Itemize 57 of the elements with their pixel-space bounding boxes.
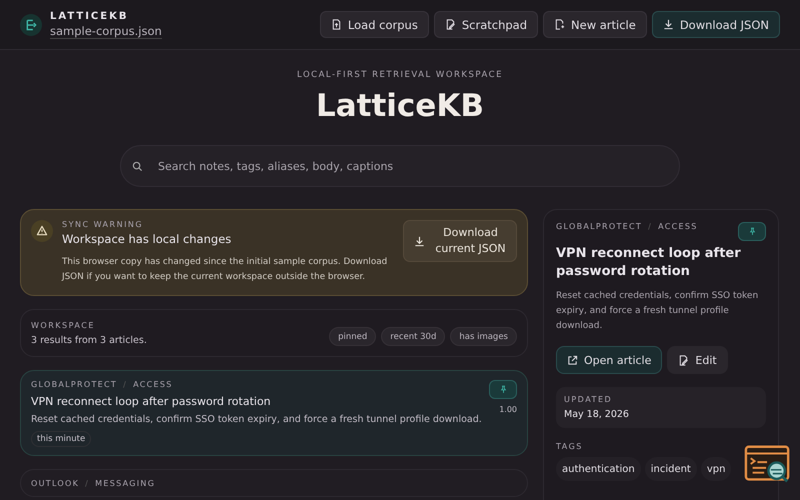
new-file-icon <box>554 19 566 30</box>
breadcrumb-separator: / <box>85 479 90 488</box>
hero-title: LatticeKB <box>316 88 484 124</box>
search-icon <box>132 161 143 172</box>
area-label: MESSAGING <box>95 479 156 488</box>
filter-chip[interactable]: has images <box>450 327 517 346</box>
logo-icon <box>20 14 42 36</box>
download-icon <box>414 236 425 246</box>
warning-title: Workspace has local changes <box>62 232 232 246</box>
workspace-eyebrow: WORKSPACE <box>31 321 96 330</box>
result-summary-text: Reset cached credentials, confirm SSO token expiry, and force a fresh tunnel profile download. <box>31 414 482 425</box>
download-button[interactable]: Download JSON <box>652 11 780 38</box>
external-link-icon <box>567 354 578 366</box>
pin-button[interactable] <box>738 222 766 241</box>
product-label: OUTLOOK <box>31 479 80 488</box>
pin-icon <box>498 385 508 394</box>
article-title: VPN reconnect loop after password rotation <box>556 245 742 281</box>
edit-file-icon <box>444 19 456 30</box>
breadcrumb-separator: / <box>123 380 128 389</box>
product-label: GLOBALPROTECT <box>556 222 642 231</box>
load-button[interactable]: Load corpus <box>320 11 429 38</box>
score-value: 1.00 <box>499 405 517 414</box>
filter-chip[interactable]: recent 30d <box>381 327 446 346</box>
result-summary: 3 results from 3 articles. <box>31 335 147 346</box>
scratchpad-button[interactable]: Scratchpad <box>434 11 538 38</box>
result-card[interactable]: GLOBALPROTECT / ACCESS VPN reconnect loop after password rotation Reset cached credentials, confirm SSO token expiry, and force a fresh tunnel profile download. this minute 1.00 <box>20 370 528 456</box>
search-field[interactable]: Search notes, tags, aliases, body, captions <box>120 145 680 187</box>
breadcrumb-separator: / <box>648 222 652 231</box>
pin-button[interactable] <box>489 380 517 399</box>
hero-eyebrow: LOCAL-FIRST RETRIEVAL WORKSPACE <box>297 70 503 80</box>
warning-message: This browser copy has changed since the initial sample corpus. Download JSON if you want to keep the current workspace outside the browser. <box>62 256 388 284</box>
pin-icon <box>748 227 756 236</box>
app-name: LATTICEKB <box>50 10 130 22</box>
filter-chip[interactable]: pinned <box>329 327 376 346</box>
edit-file-icon <box>678 354 690 366</box>
age-tag: this minute <box>31 431 92 447</box>
updated-label: UPDATED <box>564 395 614 404</box>
tag-chip[interactable]: authentication <box>556 457 641 481</box>
area-label: ACCESS <box>658 222 698 231</box>
file-name[interactable]: sample-corpus.json <box>50 24 162 38</box>
warning-eyebrow: SYNC WARNING <box>62 220 144 229</box>
download-current-button[interactable]: Download current JSON <box>403 220 517 262</box>
download-icon <box>662 19 674 30</box>
tags-label: TAGS <box>556 442 584 451</box>
tag-chip[interactable]: incident <box>644 457 697 481</box>
area-label: ACCESS <box>133 380 173 389</box>
new-article-button[interactable]: New article <box>543 11 647 38</box>
result-card[interactable]: OUTLOOK / MESSAGING <box>20 469 528 497</box>
article-summary: Reset cached credentials, confirm SSO token expiry, and force a fresh tunnel profile download. <box>556 290 760 333</box>
result-title: VPN reconnect loop after password rotation <box>31 395 271 408</box>
open-article-button[interactable]: Open article <box>556 346 662 374</box>
product-label: GLOBALPROTECT <box>31 380 118 389</box>
updated-date: May 18, 2026 <box>564 409 630 420</box>
file-upload-icon <box>330 19 342 30</box>
edit-button[interactable]: Edit <box>667 346 728 374</box>
tag-chip[interactable]: vpn <box>700 457 732 481</box>
warning-icon <box>31 220 53 242</box>
